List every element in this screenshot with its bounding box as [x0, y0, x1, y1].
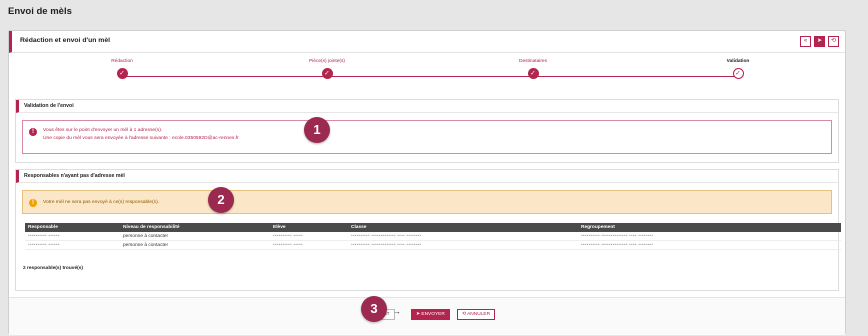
- cell: •••••••••• •••••: [273, 234, 303, 239]
- step-label: Destinataires: [519, 59, 547, 64]
- step-recipients[interactable]: Destinataires ✓: [493, 59, 573, 79]
- action-footer: ENT → ➤ ENVOYER ⟲ ANNULER: [9, 297, 845, 335]
- page-title: Envoi de mèls: [8, 6, 72, 17]
- cell: personne à contacter: [123, 243, 169, 248]
- window-header: Rédaction et envoi d'un mèl « ➤ ⟲: [9, 31, 845, 53]
- cell: •••••••••• ••••••••••••• •••• ••••••••: [351, 234, 422, 239]
- arrow-right-icon: →: [393, 307, 401, 316]
- table-row: •••••••••• •••••• personne à contacter •…: [25, 241, 841, 250]
- table-header: Responsable Niveau de responsabilité Elè…: [25, 223, 841, 232]
- warning-alert: ! Votre mèl ne sera pas envoyé à ce(s) r…: [22, 190, 832, 214]
- check-icon: ✓: [116, 68, 128, 79]
- check-icon: ✓: [527, 68, 539, 79]
- cell: personne à contacter: [123, 234, 169, 239]
- step-label: Validation: [726, 59, 750, 64]
- panel-title: Responsables n'ayant pas d'adresse mèl: [16, 170, 838, 183]
- cell: •••••••••• •••••••••••••• •••• ••••••••: [581, 234, 654, 239]
- warning-text: Votre mèl ne sera pas envoyé à ce(s) res…: [43, 200, 160, 205]
- stepper: Rédaction ✓ Pièce(s) jointe(s) ✓ Destina…: [9, 59, 847, 85]
- panel-title: Validation de l'envoi: [16, 100, 838, 113]
- cancel-button[interactable]: ⟲ ANNULER: [457, 309, 496, 320]
- annotation-badge-2: 2: [208, 187, 234, 213]
- cell: •••••••••• •••••: [273, 243, 303, 248]
- check-icon: ✓: [321, 68, 333, 79]
- alert-line-1: Vous êtes sur le point d'envoyer un mèl …: [43, 128, 163, 133]
- error-alert: ! Vous êtes sur le point d'envoyer un mè…: [22, 120, 832, 154]
- send-button[interactable]: ➤ ENVOYER: [411, 309, 450, 320]
- responsables-table: Responsable Niveau de responsabilité Elè…: [25, 223, 841, 250]
- annotation-badge-3: 3: [361, 296, 387, 322]
- step-attachments[interactable]: Pièce(s) jointe(s) ✓: [287, 59, 367, 79]
- cell: •••••••••• ••••••••••••• •••• ••••••••: [351, 243, 422, 248]
- step-label: Rédaction: [111, 59, 133, 64]
- column-header[interactable]: Responsable: [28, 225, 58, 230]
- column-header[interactable]: Elève: [273, 225, 286, 230]
- step-label: Pièce(s) jointe(s): [309, 59, 345, 64]
- send-icon-button[interactable]: ➤: [814, 36, 825, 47]
- step-redaction[interactable]: Rédaction ✓: [82, 59, 162, 79]
- reset-button[interactable]: ⟲: [828, 36, 839, 47]
- validation-panel: Validation de l'envoi ! Vous êtes sur le…: [15, 99, 839, 163]
- column-header[interactable]: Classe: [351, 225, 366, 230]
- undo-icon: ⟲: [462, 312, 467, 317]
- alert-icon: !: [29, 128, 37, 136]
- alert-line-2: Une copie du mèl vous sera envoyée à l'a…: [43, 136, 239, 141]
- window-title: Rédaction et envoi d'un mèl: [20, 37, 110, 44]
- table-row: •••••••••• •••••• personne à contacter •…: [25, 232, 841, 241]
- column-header[interactable]: Regroupement: [581, 225, 615, 230]
- cell: •••••••••• •••••••••••••• •••• ••••••••: [581, 243, 654, 248]
- stepper-line: [122, 76, 738, 77]
- send-label: ENVOYER: [421, 312, 445, 317]
- check-icon: ✓: [732, 68, 744, 79]
- cell: •••••••••• ••••••: [28, 243, 60, 248]
- header-buttons: « ➤ ⟲: [800, 36, 839, 47]
- mail-window: Rédaction et envoi d'un mèl « ➤ ⟲ Rédact…: [8, 30, 847, 335]
- result-count: 2 responsable(s) trouvé(s): [23, 266, 83, 271]
- cell: •••••••••• ••••••: [28, 234, 60, 239]
- column-header[interactable]: Niveau de responsabilité: [123, 225, 180, 230]
- step-validation[interactable]: Validation ✓: [698, 59, 778, 79]
- send-icon: ➤: [416, 312, 421, 317]
- warning-icon: !: [29, 199, 37, 207]
- cancel-label: ANNULER: [467, 312, 491, 317]
- collapse-button[interactable]: «: [800, 36, 811, 47]
- annotation-badge-1: 1: [304, 117, 330, 143]
